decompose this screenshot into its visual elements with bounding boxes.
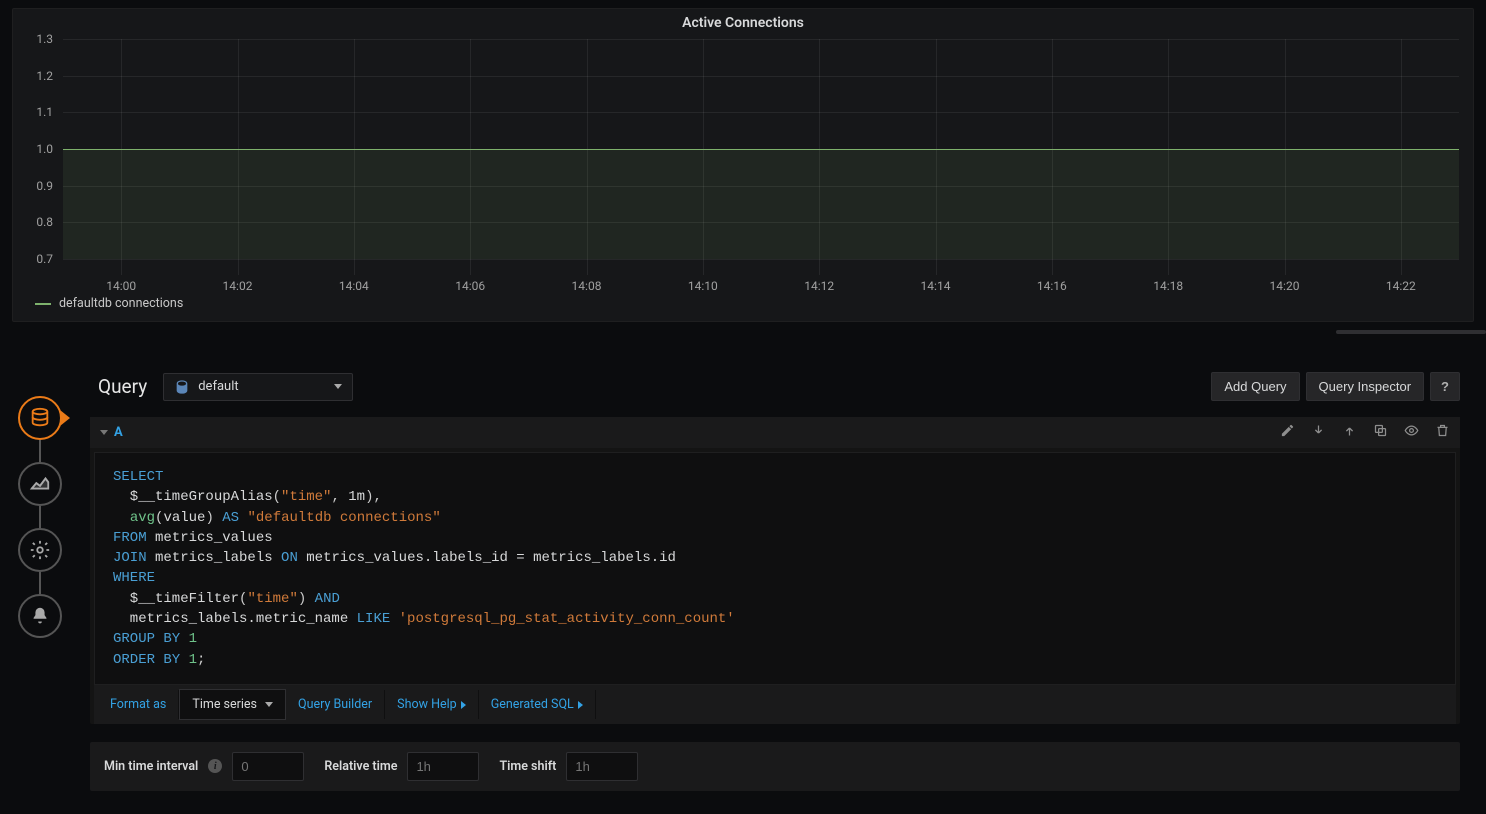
chart-title: Active Connections bbox=[13, 9, 1473, 33]
format-as-select[interactable]: Time series bbox=[179, 689, 286, 720]
legend-swatch bbox=[35, 303, 51, 305]
chart-grid bbox=[63, 39, 1459, 275]
trash-icon bbox=[1435, 423, 1450, 438]
query-inspector-button[interactable]: Query Inspector bbox=[1306, 372, 1425, 401]
move-query-up-button[interactable] bbox=[1342, 423, 1357, 442]
x-tick-label: 14:18 bbox=[1153, 279, 1183, 293]
datasource-picker[interactable]: default bbox=[163, 373, 353, 401]
y-tick-label: 0.8 bbox=[23, 215, 53, 229]
show-help-toggle[interactable]: Show Help bbox=[385, 690, 479, 719]
bell-icon bbox=[29, 605, 51, 627]
collapse-caret-icon bbox=[100, 430, 108, 435]
chevron-right-icon bbox=[578, 701, 583, 709]
chart-panel: Active Connections 0.7 0.8 0.9 1.0 1.1 1.2 1.3… bbox=[12, 8, 1474, 322]
y-tick-label: 1.0 bbox=[23, 142, 53, 156]
y-tick-label: 1.3 bbox=[23, 32, 53, 46]
chart-legend[interactable]: defaultdb connections bbox=[35, 296, 183, 311]
x-tick-label: 14:12 bbox=[804, 279, 834, 293]
chart-plot-area[interactable]: 0.70.80.91.01.11.21.3 14:0014:0214:0414:… bbox=[23, 39, 1465, 275]
sql-editor[interactable]: SELECT $__timeGroupAlias("time", 1m), av… bbox=[94, 452, 1456, 685]
min-time-interval-input[interactable] bbox=[232, 752, 304, 781]
datasource-name: default bbox=[198, 379, 238, 394]
pencil-icon bbox=[1280, 423, 1295, 438]
x-tick-label: 14:06 bbox=[455, 279, 485, 293]
query-time-options: Min time interval i Relative time Time s… bbox=[90, 742, 1460, 791]
y-tick-label: 1.2 bbox=[23, 69, 53, 83]
x-tick-label: 14:14 bbox=[921, 279, 951, 293]
y-tick-label: 0.9 bbox=[23, 179, 53, 193]
info-icon[interactable]: i bbox=[208, 759, 222, 773]
query-builder-toggle[interactable]: Query Builder bbox=[286, 690, 385, 719]
remove-query-button[interactable] bbox=[1435, 423, 1450, 442]
y-tick-label: 0.7 bbox=[23, 252, 53, 266]
help-button[interactable]: ? bbox=[1430, 372, 1460, 401]
postgres-icon bbox=[174, 379, 190, 395]
toggle-edit-mode-button[interactable] bbox=[1280, 423, 1295, 442]
tab-visualization[interactable] bbox=[18, 462, 62, 506]
query-row-header[interactable]: A bbox=[90, 417, 1460, 448]
series-fill bbox=[63, 149, 1459, 259]
caret-down-icon bbox=[265, 702, 273, 707]
copy-icon bbox=[1373, 423, 1388, 438]
query-editor-row: A SELECT $__timeGroupAlias("time", 1m), … bbox=[90, 417, 1460, 724]
relative-time-label: Relative time bbox=[324, 759, 397, 774]
x-tick-label: 14:16 bbox=[1037, 279, 1067, 293]
generated-sql-toggle[interactable]: Generated SQL bbox=[479, 690, 596, 719]
database-icon bbox=[29, 407, 51, 429]
editor-tabs-nav bbox=[16, 396, 64, 638]
editor-tab-title: Query bbox=[98, 375, 147, 398]
chart-y-axis: 0.70.80.91.01.11.21.3 bbox=[23, 39, 57, 275]
add-query-button[interactable]: Add Query bbox=[1211, 372, 1299, 401]
x-tick-label: 14:20 bbox=[1270, 279, 1300, 293]
x-tick-label: 14:04 bbox=[339, 279, 369, 293]
legend-label: defaultdb connections bbox=[59, 296, 183, 311]
query-ref-id: A bbox=[114, 425, 123, 440]
chart-x-axis: 14:00 14:02 14:04 14:06 14:08 14:10 14:12 14:14… bbox=[63, 279, 1459, 297]
tab-queries[interactable] bbox=[18, 396, 62, 440]
time-shift-label: Time shift bbox=[499, 759, 556, 774]
time-shift-input[interactable] bbox=[566, 752, 638, 781]
panel-resize-handle[interactable] bbox=[1336, 330, 1486, 334]
x-tick-label: 14:02 bbox=[223, 279, 253, 293]
format-as-value: Time series bbox=[192, 697, 257, 712]
caret-down-icon bbox=[334, 384, 342, 389]
chart-area-icon bbox=[29, 473, 51, 495]
move-query-down-button[interactable] bbox=[1311, 423, 1326, 442]
relative-time-input[interactable] bbox=[407, 752, 479, 781]
toggle-query-visibility-button[interactable] bbox=[1404, 423, 1419, 442]
tab-alert[interactable] bbox=[18, 594, 62, 638]
eye-icon bbox=[1404, 423, 1419, 438]
query-options-row: Format as Time series Query Builder Show… bbox=[94, 685, 1456, 724]
format-as-label: Format as bbox=[98, 690, 179, 719]
chevron-right-icon bbox=[461, 701, 466, 709]
y-tick-label: 1.1 bbox=[23, 105, 53, 119]
x-tick-label: 14:00 bbox=[106, 279, 136, 293]
query-tab-header: Query default Add Query Query Inspector … bbox=[90, 366, 1460, 413]
x-tick-label: 14:10 bbox=[688, 279, 718, 293]
arrow-down-icon bbox=[1311, 423, 1326, 438]
x-tick-label: 14:22 bbox=[1386, 279, 1416, 293]
tab-general[interactable] bbox=[18, 528, 62, 572]
duplicate-query-button[interactable] bbox=[1373, 423, 1388, 442]
arrow-up-icon bbox=[1342, 423, 1357, 438]
panel-editor: Query default Add Query Query Inspector … bbox=[0, 366, 1486, 791]
min-time-interval-label: Min time interval bbox=[104, 759, 198, 774]
x-tick-label: 14:08 bbox=[572, 279, 602, 293]
gear-icon bbox=[29, 539, 51, 561]
